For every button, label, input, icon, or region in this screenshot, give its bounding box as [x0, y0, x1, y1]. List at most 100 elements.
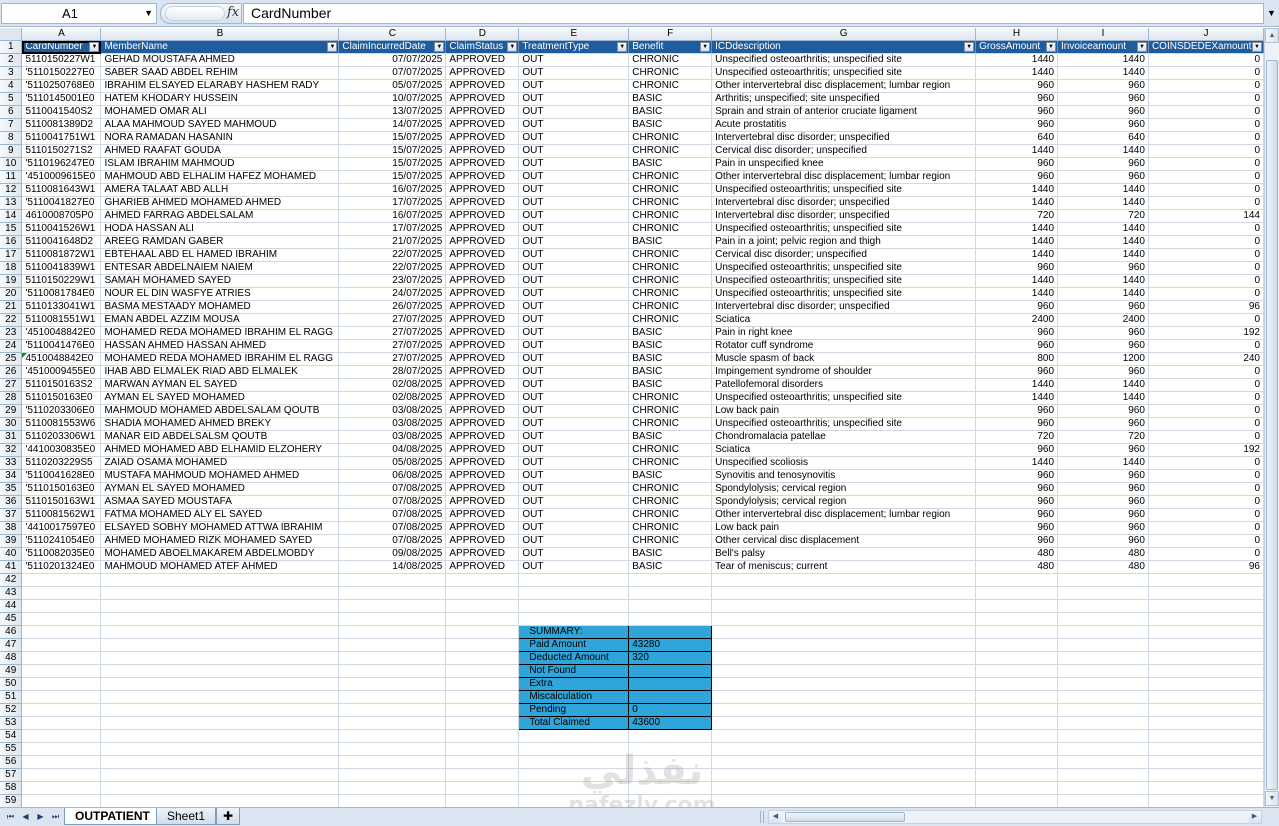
cell[interactable]: 96 — [1148, 560, 1264, 574]
cell[interactable] — [445, 573, 520, 587]
cell[interactable]: AMERA TALAAT ABD ALLH — [100, 183, 340, 197]
cell[interactable] — [975, 781, 1059, 795]
cell[interactable]: APPROVED — [445, 105, 520, 119]
cell[interactable] — [975, 794, 1059, 807]
cell[interactable]: OUT — [518, 378, 630, 392]
cell[interactable]: 0 — [1148, 469, 1264, 483]
horizontal-scrollbar[interactable]: ◀ ▶ — [768, 810, 1262, 824]
cell[interactable]: GHARIEB AHMED MOHAMED AHMED — [100, 196, 340, 210]
cell[interactable]: 5110081389D2 — [21, 118, 102, 132]
cell[interactable]: Unspecified scoliosis — [711, 456, 977, 470]
cell[interactable] — [518, 742, 630, 756]
cell[interactable]: 0 — [1148, 534, 1264, 548]
row-header[interactable]: 44 — [0, 599, 23, 613]
cell[interactable]: BASIC — [628, 118, 713, 132]
cell[interactable]: 0 — [1148, 235, 1264, 249]
cell[interactable]: OUT — [518, 326, 630, 340]
cell[interactable]: APPROVED — [445, 300, 520, 314]
cell[interactable] — [1148, 794, 1264, 807]
cell[interactable] — [445, 716, 520, 730]
cell[interactable] — [975, 612, 1059, 626]
cell[interactable]: 0 — [1148, 456, 1264, 470]
cell[interactable]: 0 — [1148, 196, 1264, 210]
cell[interactable]: OUT — [518, 313, 630, 327]
cell[interactable]: 720 — [1057, 430, 1149, 444]
cell[interactable] — [338, 651, 447, 665]
cell[interactable]: OUT — [518, 209, 630, 223]
cell[interactable]: 960 — [975, 92, 1059, 106]
cell[interactable]: BASIC — [628, 157, 713, 171]
summary-value[interactable]: 0 — [628, 703, 713, 717]
row-header[interactable]: 3 — [0, 66, 23, 80]
cell[interactable] — [21, 716, 102, 730]
row-header[interactable]: 52 — [0, 703, 23, 717]
tab-split-handle[interactable] — [760, 811, 764, 823]
cell[interactable]: BASIC — [628, 326, 713, 340]
cell[interactable]: APPROVED — [445, 547, 520, 561]
cell[interactable]: OUT — [518, 404, 630, 418]
cell[interactable]: 0 — [1148, 339, 1264, 353]
cell[interactable] — [975, 664, 1059, 678]
cell[interactable]: Unspecified osteoarthritis; unspecified … — [711, 391, 977, 405]
cell[interactable] — [445, 768, 520, 782]
cell[interactable]: 0 — [1148, 53, 1264, 67]
summary-value[interactable] — [628, 690, 713, 704]
cell[interactable] — [975, 742, 1059, 756]
cell[interactable] — [711, 690, 977, 704]
cell[interactable]: 960 — [1057, 469, 1149, 483]
cell[interactable]: 960 — [975, 365, 1059, 379]
cell[interactable]: AHMED MOHAMED ABD ELHAMID ELZOHERY — [100, 443, 340, 457]
cell[interactable]: OUT — [518, 248, 630, 262]
row-header[interactable]: 6 — [0, 105, 23, 119]
cell[interactable] — [628, 612, 713, 626]
prev-sheet-icon[interactable]: ◀ — [19, 810, 32, 823]
cell[interactable] — [1057, 651, 1149, 665]
cell[interactable] — [100, 599, 340, 613]
filter-dropdown-icon[interactable]: ▼ — [89, 42, 100, 52]
cell[interactable]: Impingement syndrome of shoulder — [711, 365, 977, 379]
cell[interactable]: 960 — [1057, 300, 1149, 314]
cell[interactable]: 5110081562W1 — [21, 508, 102, 522]
cell[interactable]: APPROVED — [445, 521, 520, 535]
row-header[interactable]: 56 — [0, 755, 23, 769]
row-header[interactable]: 14 — [0, 209, 23, 223]
cell[interactable]: AHMED FARRAG ABDELSALAM — [100, 209, 340, 223]
cell[interactable]: Pain in right knee — [711, 326, 977, 340]
cell[interactable]: 1440 — [975, 274, 1059, 288]
cell[interactable] — [518, 573, 630, 587]
cell[interactable] — [711, 794, 977, 807]
cell[interactable] — [1057, 729, 1149, 743]
cell[interactable]: 1440 — [1057, 274, 1149, 288]
cell[interactable]: CHRONIC — [628, 66, 713, 80]
cell[interactable]: APPROVED — [445, 391, 520, 405]
cell[interactable] — [445, 755, 520, 769]
cell[interactable] — [1057, 638, 1149, 652]
cell[interactable]: HODA HASSAN ALI — [100, 222, 340, 236]
cell[interactable]: 960 — [1057, 404, 1149, 418]
cell[interactable]: ASMAA SAYED MOUSTAFA — [100, 495, 340, 509]
cell[interactable]: Tear of meniscus; current — [711, 560, 977, 574]
cell[interactable]: '4510048842E0 — [21, 326, 102, 340]
cell[interactable]: 0 — [1148, 313, 1264, 327]
row-header[interactable]: 24 — [0, 339, 23, 353]
cell[interactable]: 5110150227W1 — [21, 53, 102, 67]
last-sheet-icon[interactable]: ⏭ — [49, 810, 62, 823]
cell[interactable] — [100, 716, 340, 730]
cell[interactable] — [975, 651, 1059, 665]
cell[interactable]: OUT — [518, 521, 630, 535]
cell[interactable] — [711, 664, 977, 678]
cell[interactable]: 22/07/2025 — [338, 248, 447, 262]
summary-label[interactable]: Miscalculation — [518, 690, 630, 704]
cell[interactable]: CHRONIC — [628, 482, 713, 496]
cell[interactable]: Bell's palsy — [711, 547, 977, 561]
cell[interactable]: 960 — [975, 170, 1059, 184]
cell[interactable]: 960 — [1057, 365, 1149, 379]
cell[interactable]: APPROVED — [445, 417, 520, 431]
cell[interactable]: 07/07/2025 — [338, 66, 447, 80]
cell[interactable]: 1440 — [1057, 144, 1149, 158]
cell[interactable]: Low back pain — [711, 521, 977, 535]
cell[interactable]: 4510048842E0 — [21, 352, 102, 366]
cell[interactable]: 960 — [1057, 339, 1149, 353]
cell[interactable]: 480 — [975, 560, 1059, 574]
cell[interactable]: APPROVED — [445, 144, 520, 158]
